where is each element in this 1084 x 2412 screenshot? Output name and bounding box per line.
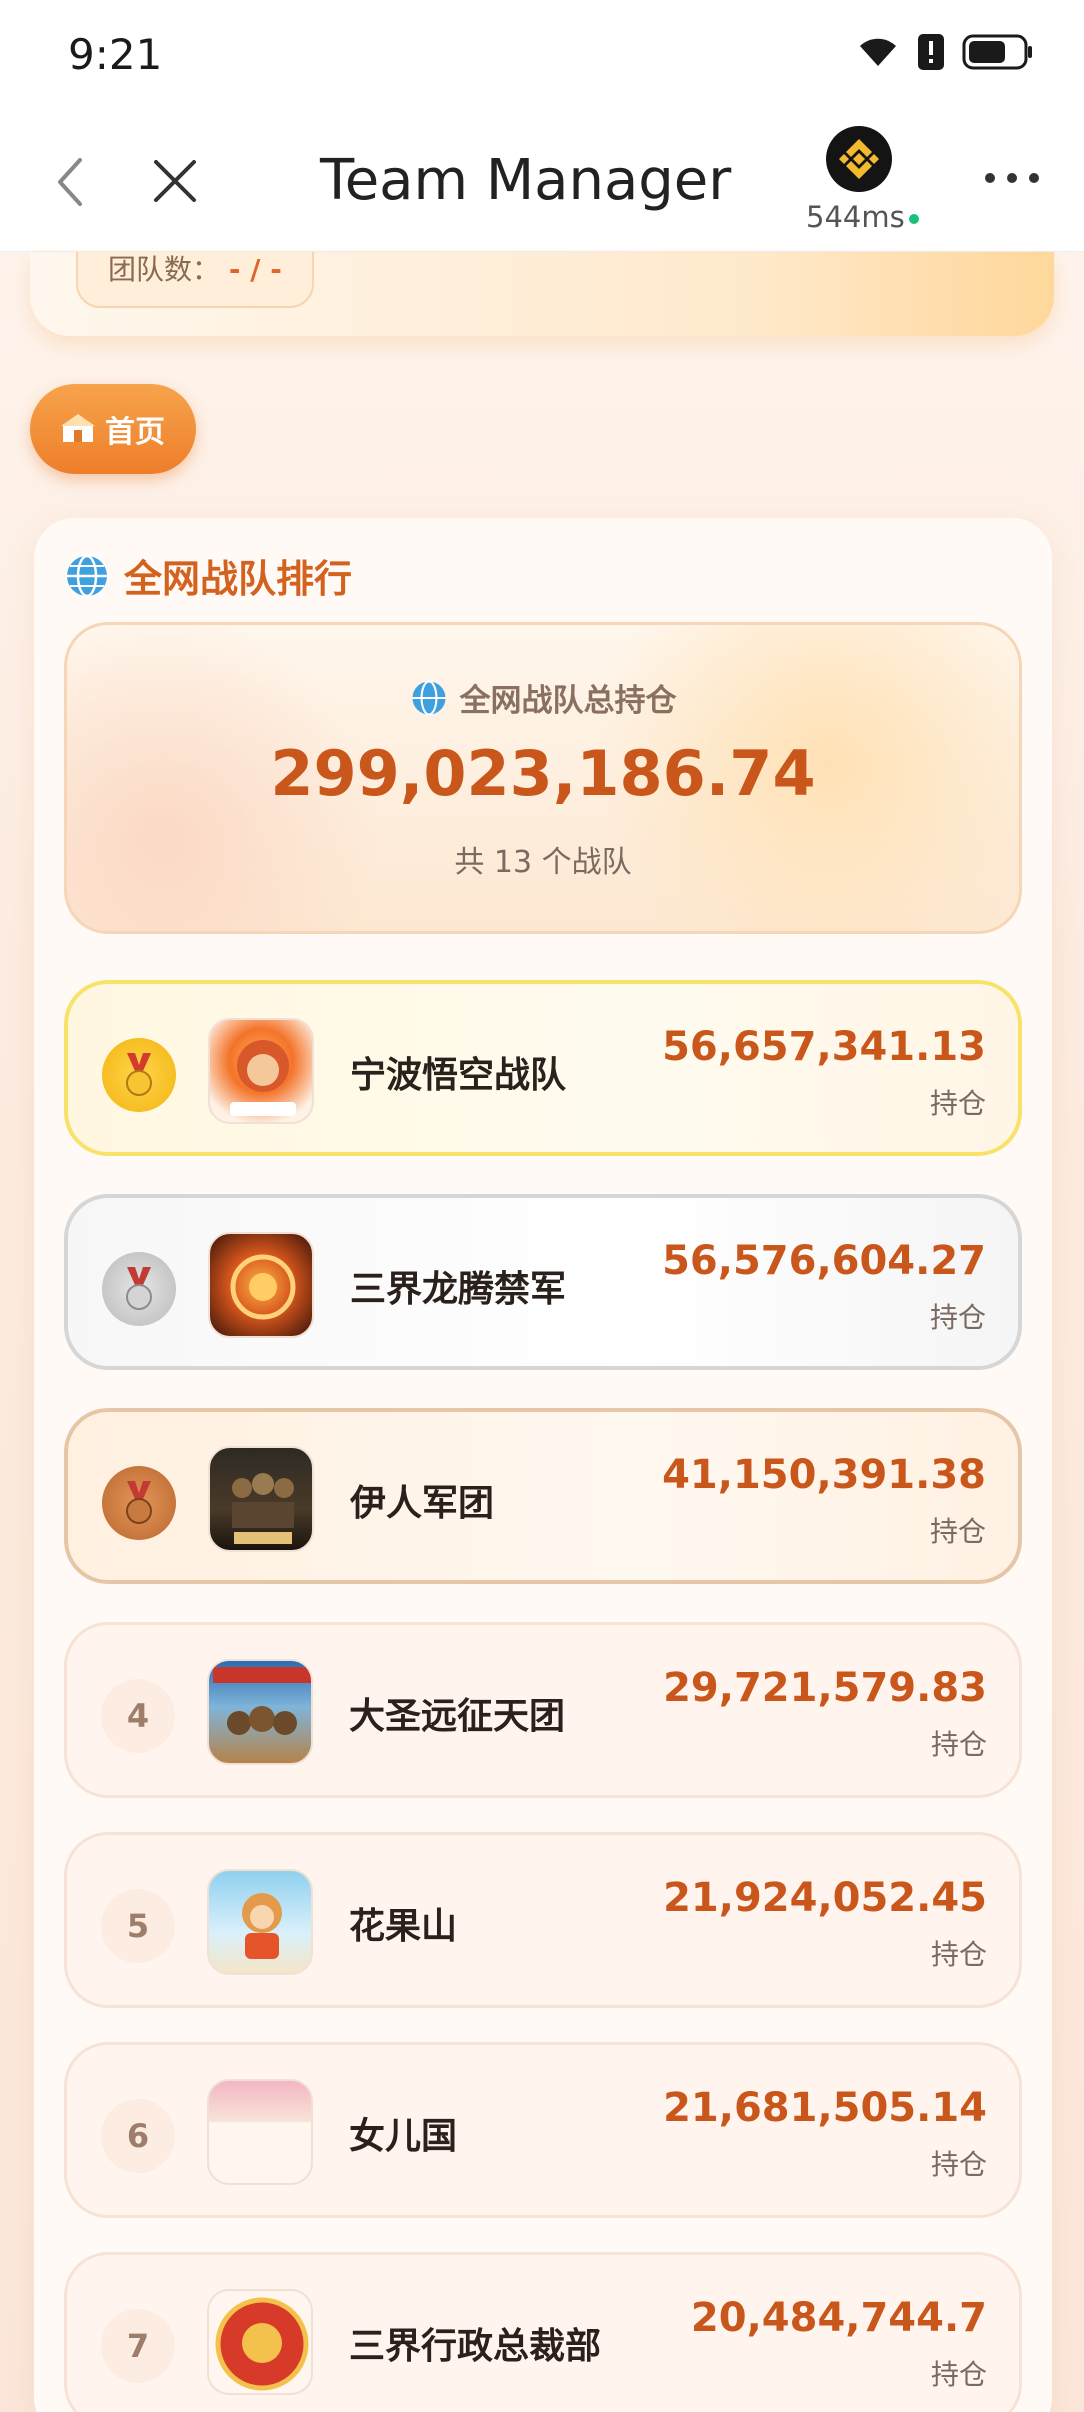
team-holdings-value: 56,576,604.27 <box>662 1238 986 1284</box>
gold-medal-icon <box>102 1038 176 1112</box>
team-row[interactable]: 宁波悟空战队 56,657,341.13 持仓 <box>64 980 1022 1156</box>
page: 9:21 Team Manager 544ms 团队数： - / - 首页 全网… <box>0 0 1084 2412</box>
team-avatar <box>208 1446 314 1552</box>
team-holdings-value: 20,484,744.7 <box>690 2295 987 2341</box>
home-icon <box>61 414 95 442</box>
latency-value: 544ms <box>806 200 905 234</box>
team-holdings-value: 56,657,341.13 <box>662 1024 986 1070</box>
ranking-title-text: 全网战队排行 <box>124 557 353 601</box>
home-button-label: 首页 <box>105 415 165 450</box>
team-holdings-unit: 持仓 <box>929 1087 986 1120</box>
team-holdings-unit: 持仓 <box>930 2148 987 2181</box>
team-holdings-value: 21,681,505.14 <box>663 2085 987 2131</box>
status-time: 9:21 <box>68 30 163 79</box>
bnb-token-icon[interactable] <box>826 126 892 192</box>
home-button[interactable]: 首页 <box>30 384 196 474</box>
app-header: Team Manager 544ms <box>0 110 1084 252</box>
status-icons <box>856 34 1034 70</box>
team-avatar <box>207 1869 313 1975</box>
battery-icon <box>962 34 1032 70</box>
ranking-panel: 全网战队排行 全网战队总持仓 299,023,186.74 共 13 个战队 宁… <box>34 518 1052 2412</box>
team-name: 宁波悟空战队 <box>350 1055 567 1096</box>
team-name: 大圣远征天团 <box>349 1696 566 1737</box>
latency-readout: 544ms <box>806 200 919 234</box>
latency-status-dot <box>908 214 919 224</box>
rank-number: 5 <box>101 1889 175 1963</box>
team-row[interactable]: 伊人军团 41,150,391.38 持仓 <box>64 1408 1022 1584</box>
team-avatar <box>207 2289 313 2395</box>
team-name: 伊人军团 <box>350 1483 495 1524</box>
silver-medal-icon <box>102 1252 176 1326</box>
team-holdings-value: 21,924,052.45 <box>663 1875 987 1921</box>
rank-number: 7 <box>101 2309 175 2383</box>
rank-number: 6 <box>101 2099 175 2173</box>
team-holdings-value: 41,150,391.38 <box>662 1452 986 1498</box>
ranking-title: 全网战队排行 <box>64 548 352 603</box>
alert-icon <box>918 34 944 70</box>
globe-icon <box>411 679 446 716</box>
team-row[interactable]: 4 大圣远征天团 29,721,579.83 持仓 <box>64 1622 1022 1798</box>
team-avatar <box>208 1018 314 1124</box>
team-holdings-unit: 持仓 <box>929 1515 986 1548</box>
team-avatar <box>207 2079 313 2185</box>
team-row[interactable]: 5 花果山 21,924,052.45 持仓 <box>64 1832 1022 2008</box>
more-icon[interactable] <box>982 168 1042 188</box>
team-name: 花果山 <box>349 1906 458 1947</box>
back-icon[interactable] <box>50 154 94 210</box>
team-count-chip: 团队数： - / - <box>76 252 314 308</box>
team-avatar <box>207 1659 313 1765</box>
team-holdings-unit: 持仓 <box>929 1301 986 1334</box>
team-row[interactable]: 6 女儿国 21,681,505.14 持仓 <box>64 2042 1022 2218</box>
team-summary-card: 团队数： - / - <box>30 252 1054 336</box>
team-holdings-value: 29,721,579.83 <box>663 1665 987 1711</box>
rank-number: 4 <box>101 1679 175 1753</box>
team-row[interactable]: 7 三界行政总裁部 20,484,744.7 持仓 <box>64 2252 1022 2412</box>
team-holdings-unit: 持仓 <box>930 2358 987 2391</box>
total-holdings-label-text: 全网战队总持仓 <box>459 683 677 719</box>
wifi-icon <box>860 38 896 66</box>
total-holdings-label: 全网战队总持仓 <box>67 675 1019 720</box>
team-count-value: - / - <box>228 253 282 286</box>
bronze-medal-icon <box>102 1466 176 1540</box>
total-holdings-card: 全网战队总持仓 299,023,186.74 共 13 个战队 <box>64 622 1022 934</box>
team-row[interactable]: 三界龙腾禁军 56,576,604.27 持仓 <box>64 1194 1022 1370</box>
team-count-label: 团队数： <box>108 253 221 286</box>
team-name: 女儿国 <box>349 2116 458 2157</box>
total-holdings-value: 299,023,186.74 <box>270 737 816 810</box>
globe-icon <box>67 554 107 597</box>
team-count-text: 共 13 个战队 <box>454 845 632 880</box>
team-name: 三界龙腾禁军 <box>350 1269 567 1310</box>
team-holdings-unit: 持仓 <box>930 1728 987 1761</box>
close-icon[interactable] <box>150 156 200 206</box>
team-name: 三界行政总裁部 <box>349 2326 602 2367</box>
status-bar: 9:21 <box>0 0 1084 110</box>
page-title: Team Manager <box>320 148 732 213</box>
team-avatar <box>208 1232 314 1338</box>
team-holdings-unit: 持仓 <box>930 1938 987 1971</box>
bnb-logo-icon <box>839 139 879 179</box>
